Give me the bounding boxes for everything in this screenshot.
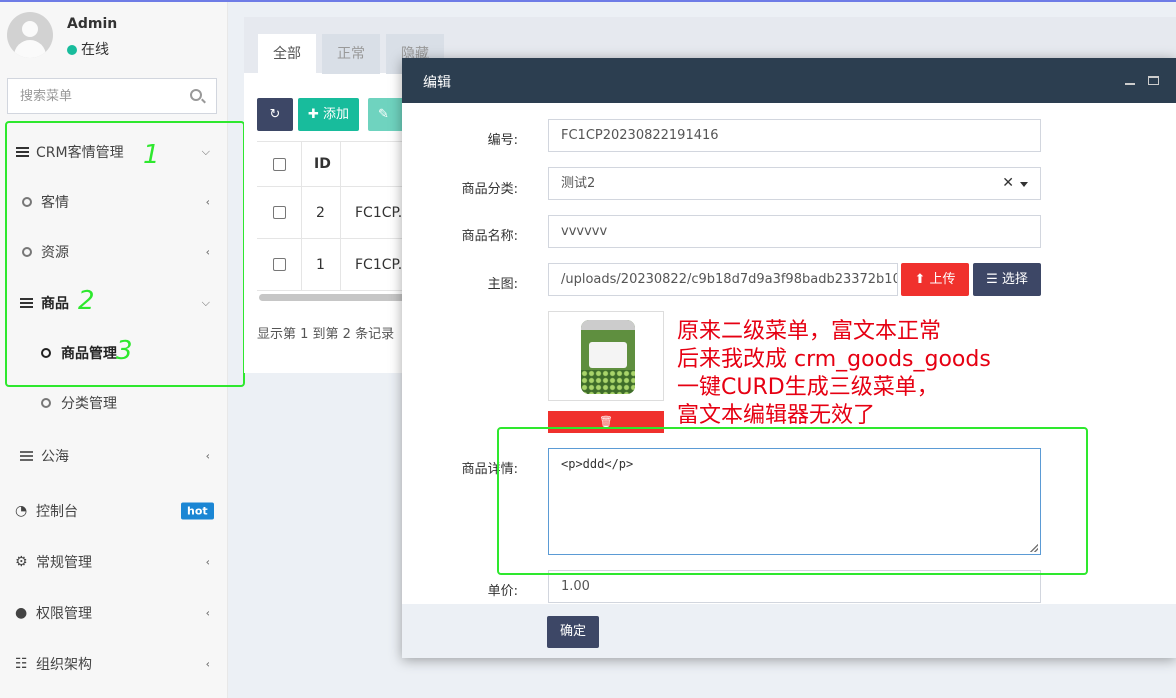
modal-title: 编辑 xyxy=(423,75,451,91)
sidebar-item-label: 公海 xyxy=(41,449,69,465)
avatar xyxy=(7,12,53,58)
table-row[interactable]: 1 FC1CP. xyxy=(257,239,407,291)
sidebar-item-permission[interactable]: ● 权限管理 ‹ xyxy=(0,589,228,637)
search-input[interactable] xyxy=(8,79,178,113)
chevron-left-icon: ‹ xyxy=(205,555,210,569)
pagination-info: 显示第 1 到第 2 条记录 xyxy=(257,327,395,342)
annotation-note: 原来二级菜单，富文本正常 后来我改成 crm_goods_goods 一键CUR… xyxy=(677,318,991,430)
sidebar-item-organization[interactable]: ☷ 组织架构 ‹ xyxy=(0,640,228,688)
gears-icon: ⚙ xyxy=(15,554,28,570)
clear-icon[interactable]: ✕ xyxy=(1002,168,1014,199)
row-code: FC1CP. xyxy=(355,256,403,273)
header-id[interactable]: ID xyxy=(314,142,331,186)
price-label: 单价: xyxy=(487,584,518,599)
row-checkbox[interactable] xyxy=(273,206,286,219)
select-button[interactable]: ☰ 选择 xyxy=(973,263,1041,296)
select-all-checkbox-cell xyxy=(273,142,286,186)
annotation-box-editor xyxy=(497,427,1088,575)
category-select[interactable]: 测试2 ✕ xyxy=(548,167,1041,200)
note-line: 原来二级菜单，富文本正常 xyxy=(677,319,942,344)
category-select-value: 测试2 xyxy=(561,176,596,191)
category-label: 商品分类: xyxy=(461,182,518,197)
select-button-label: 选择 xyxy=(1001,272,1028,287)
sitemap-icon: ☷ xyxy=(15,656,28,672)
product-image-thumbnail[interactable] xyxy=(548,311,664,401)
image-label: 主图: xyxy=(487,277,518,292)
code-label: 编号: xyxy=(487,133,518,148)
sidebar-item-label: 组织架构 xyxy=(36,657,92,673)
online-dot-icon xyxy=(67,45,77,55)
refresh-button[interactable]: ↻ xyxy=(257,98,293,131)
modal-header: 编辑 xyxy=(402,58,1176,103)
annotation-number-1: 1 xyxy=(143,140,160,170)
row-checkbox[interactable] xyxy=(273,258,286,271)
refresh-icon: ↻ xyxy=(269,107,281,122)
note-line: 富文本编辑器无效了 xyxy=(677,403,876,428)
table-divider xyxy=(340,141,341,291)
chevron-left-icon: ‹ xyxy=(205,657,210,671)
dashboard-icon: ◔ xyxy=(15,503,28,519)
user-panel: Admin 在线 xyxy=(7,12,222,62)
select-all-checkbox[interactable] xyxy=(273,157,286,171)
name-label: 商品名称: xyxy=(461,229,518,244)
maximize-icon[interactable] xyxy=(1148,76,1159,85)
chevron-left-icon: ‹ xyxy=(205,606,210,620)
annotation-number-3: 3 xyxy=(116,336,133,366)
plus-icon: ✚ xyxy=(308,107,324,122)
upload-icon: ⬆ xyxy=(914,272,930,287)
product-jar-image xyxy=(581,320,635,394)
sidebar-item-label: 分类管理 xyxy=(61,396,117,412)
row-checkbox-cell xyxy=(273,239,286,290)
user-name: Admin xyxy=(67,16,118,32)
row-code: FC1CP. xyxy=(355,204,403,221)
sidebar-item-label: 权限管理 xyxy=(36,606,92,622)
user-status-text: 在线 xyxy=(81,42,109,58)
note-line: 后来我改成 crm_goods_goods xyxy=(677,347,991,372)
search-icon[interactable] xyxy=(190,89,202,101)
add-button-label: 添加 xyxy=(323,107,350,122)
tab-normal[interactable]: 正常 xyxy=(322,34,380,74)
hot-badge: hot xyxy=(181,502,214,520)
sidebar-item-general[interactable]: ⚙ 常规管理 ‹ xyxy=(0,538,228,586)
image-path-input[interactable]: /uploads/20230822/c9b18d7d9a3f98badb2337… xyxy=(548,263,898,296)
confirm-button[interactable]: 确定 xyxy=(547,616,599,648)
table-row[interactable]: 2 FC1CP. xyxy=(257,187,407,239)
list-icon: ☰ xyxy=(986,272,1002,287)
list-icon xyxy=(20,451,33,461)
minimize-icon[interactable] xyxy=(1125,83,1135,85)
user-status: 在线 xyxy=(67,39,109,59)
pencil-icon: ✎ xyxy=(378,107,389,122)
row-id: 2 xyxy=(316,204,325,221)
circle-icon xyxy=(41,398,51,408)
tab-all[interactable]: 全部 xyxy=(258,34,316,74)
name-input[interactable]: vvvvvv xyxy=(548,215,1041,248)
upload-button[interactable]: ⬆ 上传 xyxy=(901,263,969,296)
sidebar-item-public-sea[interactable]: 公海 ‹ xyxy=(0,432,228,480)
caret-down-icon[interactable] xyxy=(1020,182,1028,187)
annotation-number-2: 2 xyxy=(78,286,95,316)
chevron-left-icon: ‹ xyxy=(205,449,210,463)
add-button[interactable]: ✚ 添加 xyxy=(298,98,360,131)
row-checkbox-cell xyxy=(273,187,286,238)
sidebar-item-label: 常规管理 xyxy=(36,555,92,571)
users-icon: ● xyxy=(15,605,28,621)
sidebar-item-label: 控制台 xyxy=(36,504,78,520)
sidebar-item-dashboard[interactable]: ◔ 控制台 hot xyxy=(0,487,228,535)
table-horizontal-scrollbar[interactable] xyxy=(259,294,407,301)
code-input[interactable]: FC1CP20230822191416 xyxy=(548,119,1041,152)
search-menu-box[interactable] xyxy=(7,78,217,114)
table-divider xyxy=(301,141,302,291)
modal-footer: 确定 xyxy=(402,604,1176,658)
row-id: 1 xyxy=(316,256,325,273)
table-header: ID xyxy=(257,141,407,187)
upload-button-label: 上传 xyxy=(929,272,956,287)
note-line: 一键CURD生成三级菜单， xyxy=(677,375,939,400)
